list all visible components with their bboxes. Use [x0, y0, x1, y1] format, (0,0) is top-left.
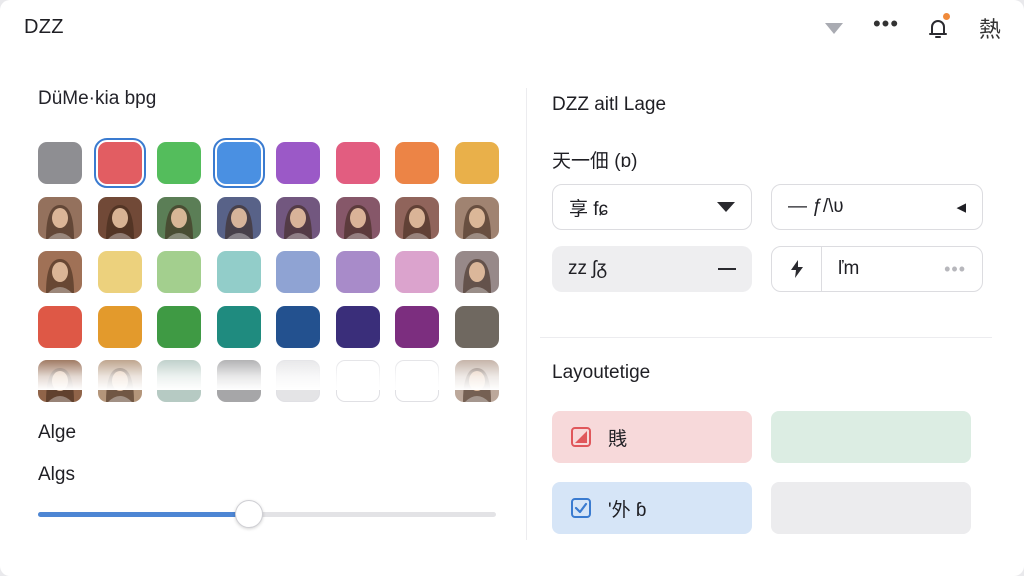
settings-panel: DZZ aitl Lage 天一佃 (ɒ) 享 fɕ — ƒ/\ʋ ◂ ᴢᴢ ʃ…: [540, 88, 992, 540]
color-swatch[interactable]: [454, 142, 499, 184]
photo-swatch[interactable]: [38, 251, 82, 293]
portrait-thumbnail: [454, 360, 499, 402]
color-swatch[interactable]: [157, 142, 201, 184]
field-four[interactable]: ľm •••: [771, 246, 983, 292]
color-swatch[interactable]: [38, 305, 82, 348]
color-picker-panel: DüMe·kia bpg Alge Algs: [38, 88, 508, 540]
panel-divider: [526, 88, 527, 540]
portrait-thumbnail: [335, 196, 380, 239]
color-swatch[interactable]: [216, 360, 261, 402]
checkbox-blue-icon: [568, 495, 594, 521]
color-swatch[interactable]: [276, 360, 320, 402]
field-three-value: ᴢᴢ ʃᵹ: [568, 258, 608, 279]
portrait-thumbnail: [395, 196, 439, 239]
color-swatch[interactable]: [395, 142, 439, 184]
layout-card-red[interactable]: 賎: [552, 411, 752, 463]
photo-swatch[interactable]: [97, 360, 142, 402]
more-dots-icon[interactable]: •••: [868, 10, 904, 46]
photo-swatch[interactable]: [454, 196, 499, 239]
color-swatch[interactable]: [276, 251, 320, 293]
color-swatch[interactable]: [216, 305, 261, 348]
select-one-value: 享 fɕ: [569, 198, 609, 220]
photo-swatch[interactable]: [276, 196, 320, 239]
color-swatch[interactable]: [157, 360, 201, 402]
color-swatch[interactable]: [93, 138, 146, 188]
color-swatch[interactable]: [395, 305, 439, 348]
color-swatch[interactable]: [157, 305, 201, 348]
portrait-thumbnail: [216, 196, 261, 239]
portrait-thumbnail: [38, 196, 82, 239]
color-swatch[interactable]: [216, 251, 261, 293]
portrait-thumbnail: [454, 251, 499, 293]
settings-subtitle: 天一佃 (ɒ): [552, 151, 638, 172]
language-icon[interactable]: 熱: [972, 10, 1008, 46]
dropdown-triangle-icon[interactable]: [816, 10, 852, 46]
portrait-thumbnail: [38, 251, 82, 293]
select-two[interactable]: — ƒ/\ʋ ◂: [771, 184, 983, 230]
photo-swatch[interactable]: [97, 196, 142, 239]
select-one[interactable]: 享 fɕ: [552, 184, 752, 230]
layout-card-red-label: 賎: [608, 428, 628, 450]
portrait-thumbnail: [276, 196, 320, 239]
color-swatch[interactable]: [97, 251, 142, 293]
color-swatch[interactable]: [335, 142, 380, 184]
layout-card-blue-label: '外 ɓ: [608, 499, 647, 521]
checkbox-red-icon: [568, 424, 594, 450]
photo-swatch[interactable]: [38, 196, 82, 239]
field-four-more-icon[interactable]: •••: [944, 259, 966, 280]
photo-swatch[interactable]: [395, 196, 439, 239]
slider-fill: [38, 512, 249, 517]
photo-swatch[interactable]: [38, 360, 82, 402]
field-four-value: ľm: [838, 258, 860, 279]
portrait-thumbnail: [454, 196, 499, 239]
section-divider: [540, 337, 992, 338]
color-swatch[interactable]: [157, 251, 201, 293]
app-window: DZZ ••• 熱 DüMe·kia bpg Alge Algs DZZ ait…: [0, 0, 1024, 576]
slider-thumb[interactable]: [234, 500, 263, 528]
swatch-section-title: DüMe·kia bpg: [38, 88, 157, 109]
app-title: DZZ: [24, 16, 64, 38]
color-swatch[interactable]: [454, 305, 499, 348]
portrait-thumbnail: [97, 360, 142, 402]
language-glyph: 熱: [978, 17, 1001, 42]
color-swatch[interactable]: [335, 360, 380, 402]
layout-card-green[interactable]: [771, 411, 971, 463]
header-bar: DZZ ••• 熱: [0, 0, 1024, 58]
color-swatch[interactable]: [335, 251, 380, 293]
color-swatch[interactable]: [395, 251, 439, 293]
notification-dot: [943, 13, 950, 20]
color-swatch[interactable]: [38, 142, 82, 184]
minus-icon: [718, 268, 736, 270]
layout-card-gray[interactable]: [771, 482, 971, 534]
color-swatch[interactable]: [395, 360, 439, 402]
field-three[interactable]: ᴢᴢ ʃᵹ: [552, 246, 752, 292]
settings-title: DZZ aitl Lage: [552, 94, 667, 115]
color-swatch[interactable]: [97, 305, 142, 348]
label-alge: Alge: [38, 422, 77, 443]
bolt-icon[interactable]: [772, 247, 822, 291]
color-swatch[interactable]: [276, 142, 320, 184]
more-dots-label: •••: [872, 11, 900, 36]
portrait-thumbnail: [97, 196, 142, 239]
layout-card-blue[interactable]: '外 ɓ: [552, 482, 752, 534]
color-swatch[interactable]: [276, 305, 320, 348]
opacity-slider[interactable]: [38, 500, 498, 528]
portrait-thumbnail: [38, 360, 82, 402]
label-algs: Algs: [38, 464, 75, 485]
photo-swatch[interactable]: [454, 360, 499, 402]
notification-icon[interactable]: [920, 10, 956, 46]
color-swatch[interactable]: [335, 305, 380, 348]
portrait-thumbnail: [157, 196, 201, 239]
photo-swatch[interactable]: [216, 196, 261, 239]
caret-down-icon: [717, 202, 735, 212]
photo-swatch[interactable]: [454, 251, 499, 293]
color-swatch[interactable]: [212, 138, 265, 188]
layout-section-title: Layoutetige: [552, 362, 651, 383]
photo-swatch[interactable]: [335, 196, 380, 239]
select-two-value: — ƒ/\ʋ: [788, 196, 844, 217]
arrow-left-small-icon: ◂: [956, 196, 966, 218]
photo-swatch[interactable]: [157, 196, 201, 239]
